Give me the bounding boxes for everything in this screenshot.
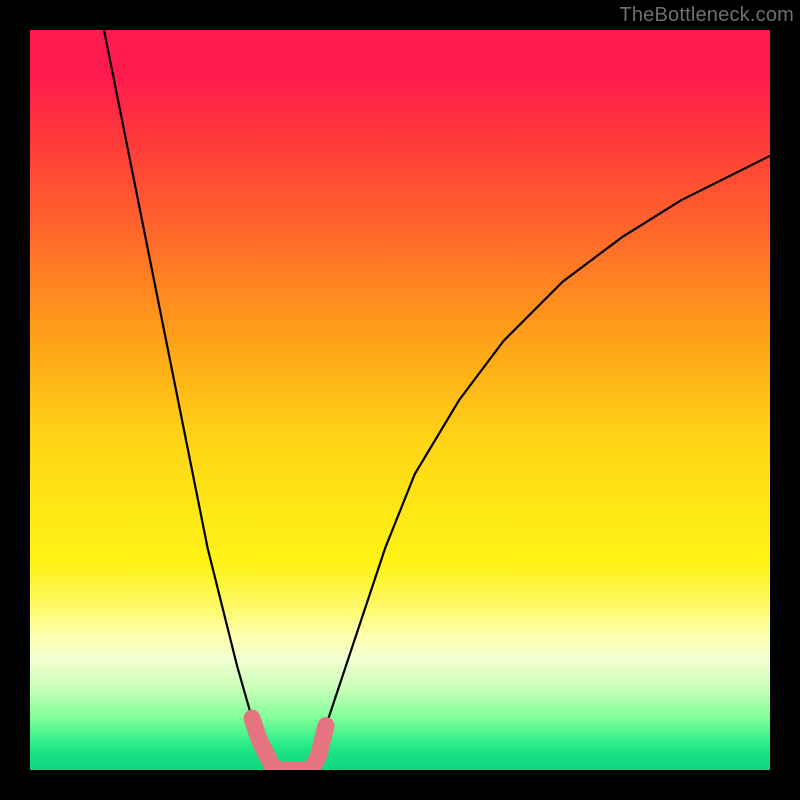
pink-marker-segment	[252, 718, 326, 770]
plot-area	[30, 30, 770, 770]
watermark-text: TheBottleneck.com	[619, 4, 794, 27]
chart-frame: TheBottleneck.com	[0, 0, 800, 800]
marker-layer	[30, 30, 770, 770]
